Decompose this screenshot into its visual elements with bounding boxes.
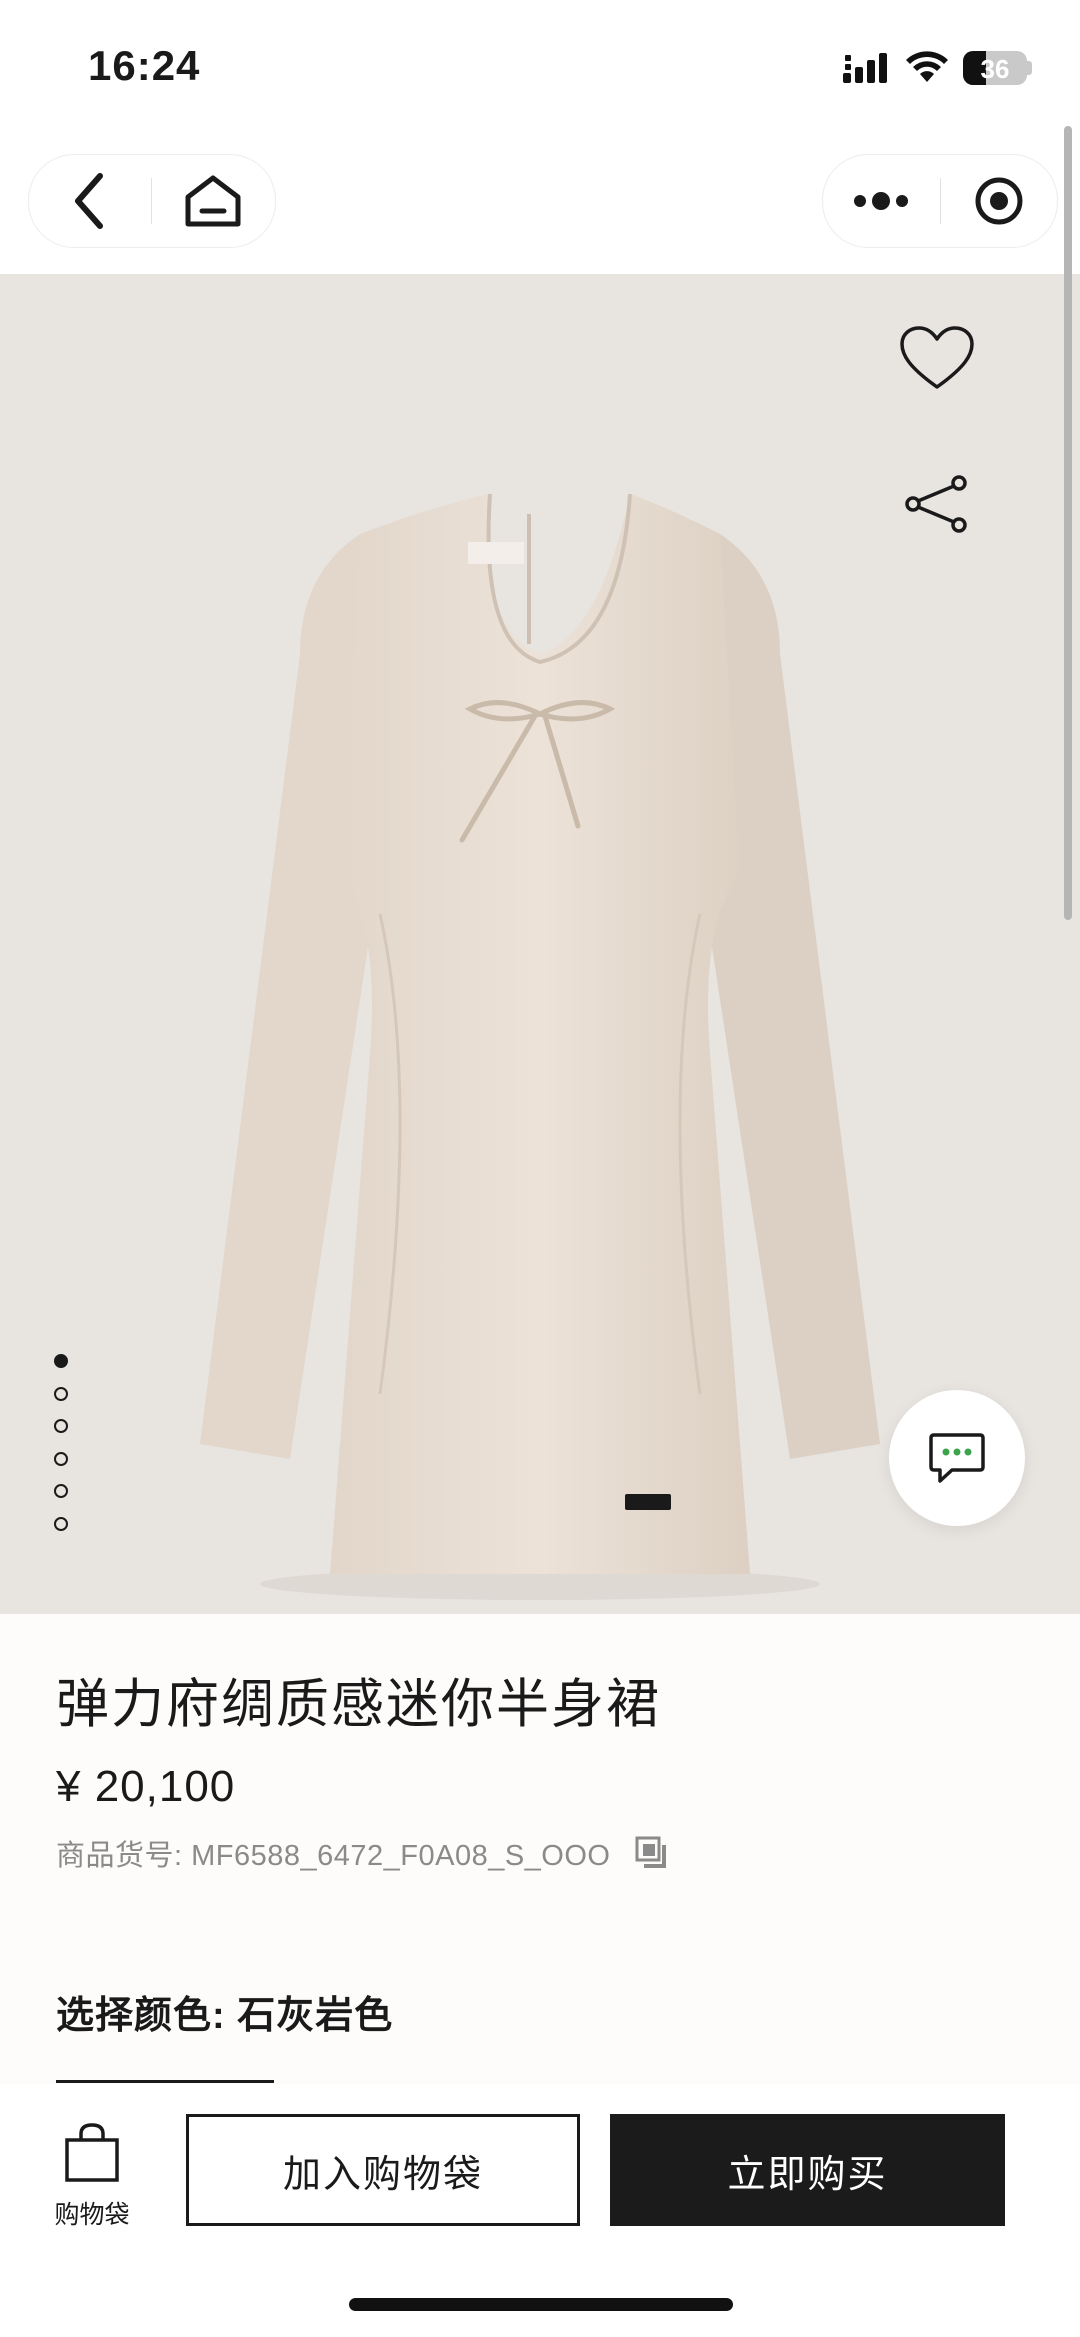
gallery-dot[interactable]	[54, 1419, 68, 1433]
chevron-left-icon	[75, 173, 103, 229]
back-button[interactable]	[29, 155, 151, 247]
gallery-dot[interactable]	[54, 1386, 68, 1401]
product-price: ¥ 20,100	[56, 1762, 236, 1811]
nav-bar	[0, 140, 1080, 274]
battery-level: 36	[980, 54, 1010, 84]
gallery-dot[interactable]	[54, 1354, 68, 1368]
more-dots-icon	[854, 192, 909, 210]
nav-capsule-right	[822, 154, 1058, 248]
bottom-action-bar: 购物袋 加入购物袋 立即购买	[0, 2084, 1080, 2337]
heart-icon	[900, 326, 974, 389]
sku-row: 商品货号: MF6588_6472_F0A08_S_OOO	[56, 1832, 670, 1874]
chat-bubble-icon	[929, 1433, 985, 1483]
wifi-icon	[906, 51, 948, 82]
cellular-signal-icon	[843, 53, 887, 83]
status-icons: 36	[843, 46, 1032, 90]
color-selector-label: 选择颜色: 石灰岩色	[56, 1995, 394, 2037]
gallery-pagination	[54, 1354, 70, 1549]
status-time: 16:24	[88, 42, 201, 89]
color-swatch[interactable]	[56, 2080, 274, 2083]
status-bar: 16:24 36	[0, 0, 1080, 140]
shopping-bag-button[interactable]: 购物袋	[52, 2122, 132, 2231]
share-button[interactable]	[896, 464, 976, 544]
shopping-bag-icon	[65, 2123, 119, 2182]
shopping-bag-label: 购物袋	[54, 2201, 130, 2229]
nav-capsule-left	[28, 154, 276, 248]
gallery-dot[interactable]	[54, 1451, 68, 1466]
product-image	[200, 494, 880, 1600]
customer-service-button[interactable]	[889, 1390, 1025, 1526]
home-icon	[185, 175, 241, 227]
buy-now-button[interactable]: 立即购买	[610, 2114, 1005, 2226]
product-sku: 商品货号: MF6588_6472_F0A08_S_OOO	[56, 1840, 611, 1872]
home-button[interactable]	[152, 155, 274, 247]
copy-icon[interactable]	[634, 1835, 670, 1871]
close-miniprogram-button[interactable]	[940, 155, 1057, 247]
scrollbar[interactable]	[1064, 126, 1072, 920]
gallery-dot[interactable]	[54, 1484, 68, 1498]
product-image-gallery[interactable]	[0, 274, 1080, 1614]
battery-icon: 36	[963, 51, 1032, 85]
target-circle-icon	[975, 177, 1023, 225]
add-to-bag-button[interactable]: 加入购物袋	[186, 2114, 580, 2226]
home-indicator[interactable]	[349, 2298, 733, 2311]
more-button[interactable]	[823, 155, 940, 247]
favorite-button[interactable]	[892, 318, 982, 398]
gallery-dot[interactable]	[54, 1516, 68, 1531]
product-title: 弹力府绸质感迷你半身裙	[56, 1675, 661, 1734]
product-info: 弹力府绸质感迷你半身裙 ¥ 20,100 商品货号: MF6588_6472_F…	[0, 1614, 1080, 2094]
share-icon	[905, 475, 967, 533]
